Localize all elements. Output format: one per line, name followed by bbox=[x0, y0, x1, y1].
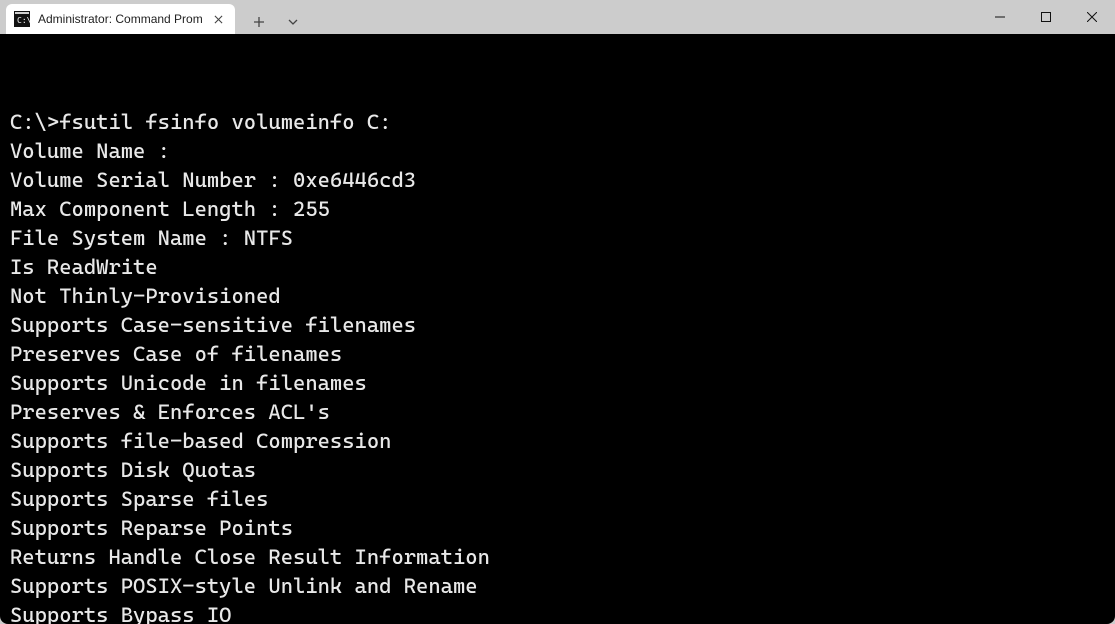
terminal-output-line: Not Thinly-Provisioned bbox=[10, 282, 1105, 311]
terminal-area[interactable]: C:\>fsutil fsinfo volumeinfo C:Volume Na… bbox=[0, 34, 1115, 624]
tab-actions bbox=[235, 10, 305, 34]
terminal-command-line: C:\>fsutil fsinfo volumeinfo C: bbox=[10, 108, 1105, 137]
terminal-output-line: File System Name : NTFS bbox=[10, 224, 1105, 253]
tab-close-button[interactable] bbox=[211, 11, 227, 27]
terminal-output-line: Supports file-based Compression bbox=[10, 427, 1105, 456]
minimize-button[interactable] bbox=[977, 0, 1023, 34]
terminal-output-line: Supports Sparse files bbox=[10, 485, 1105, 514]
titlebar[interactable]: C:\ Administrator: Command Prom bbox=[0, 0, 1115, 34]
terminal-output-line: Supports Reparse Points bbox=[10, 514, 1105, 543]
tab-active[interactable]: C:\ Administrator: Command Prom bbox=[6, 4, 235, 34]
window-root: C:\ Administrator: Command Prom bbox=[0, 0, 1115, 624]
terminal-output-line: Supports Disk Quotas bbox=[10, 456, 1105, 485]
tabs-area: C:\ Administrator: Command Prom bbox=[0, 0, 977, 34]
terminal-output-line: Supports Unicode in filenames bbox=[10, 369, 1105, 398]
tab-dropdown-button[interactable] bbox=[281, 10, 305, 34]
terminal-output-line: Volume Serial Number : 0xe6446cd3 bbox=[10, 166, 1105, 195]
terminal-output-line: Supports POSIX-style Unlink and Rename bbox=[10, 572, 1105, 601]
terminal-output-line: Volume Name : bbox=[10, 137, 1105, 166]
terminal-output-line: Preserves Case of filenames bbox=[10, 340, 1105, 369]
new-tab-button[interactable] bbox=[247, 10, 271, 34]
tab-title: Administrator: Command Prom bbox=[38, 12, 203, 26]
prompt: C:\> bbox=[10, 110, 59, 134]
window-controls bbox=[977, 0, 1115, 34]
close-button[interactable] bbox=[1069, 0, 1115, 34]
terminal-output-line: Supports Bypass IO bbox=[10, 601, 1105, 624]
terminal-output-line: Max Component Length : 255 bbox=[10, 195, 1105, 224]
command-text: fsutil fsinfo volumeinfo C: bbox=[59, 110, 391, 134]
cmd-icon: C:\ bbox=[14, 11, 30, 27]
terminal-output-line: Returns Handle Close Result Information bbox=[10, 543, 1105, 572]
terminal-output-line: Preserves & Enforces ACL's bbox=[10, 398, 1105, 427]
svg-text:C:\: C:\ bbox=[17, 16, 30, 25]
terminal-output-line: Supports Case-sensitive filenames bbox=[10, 311, 1105, 340]
maximize-button[interactable] bbox=[1023, 0, 1069, 34]
terminal-output-line: Is ReadWrite bbox=[10, 253, 1105, 282]
